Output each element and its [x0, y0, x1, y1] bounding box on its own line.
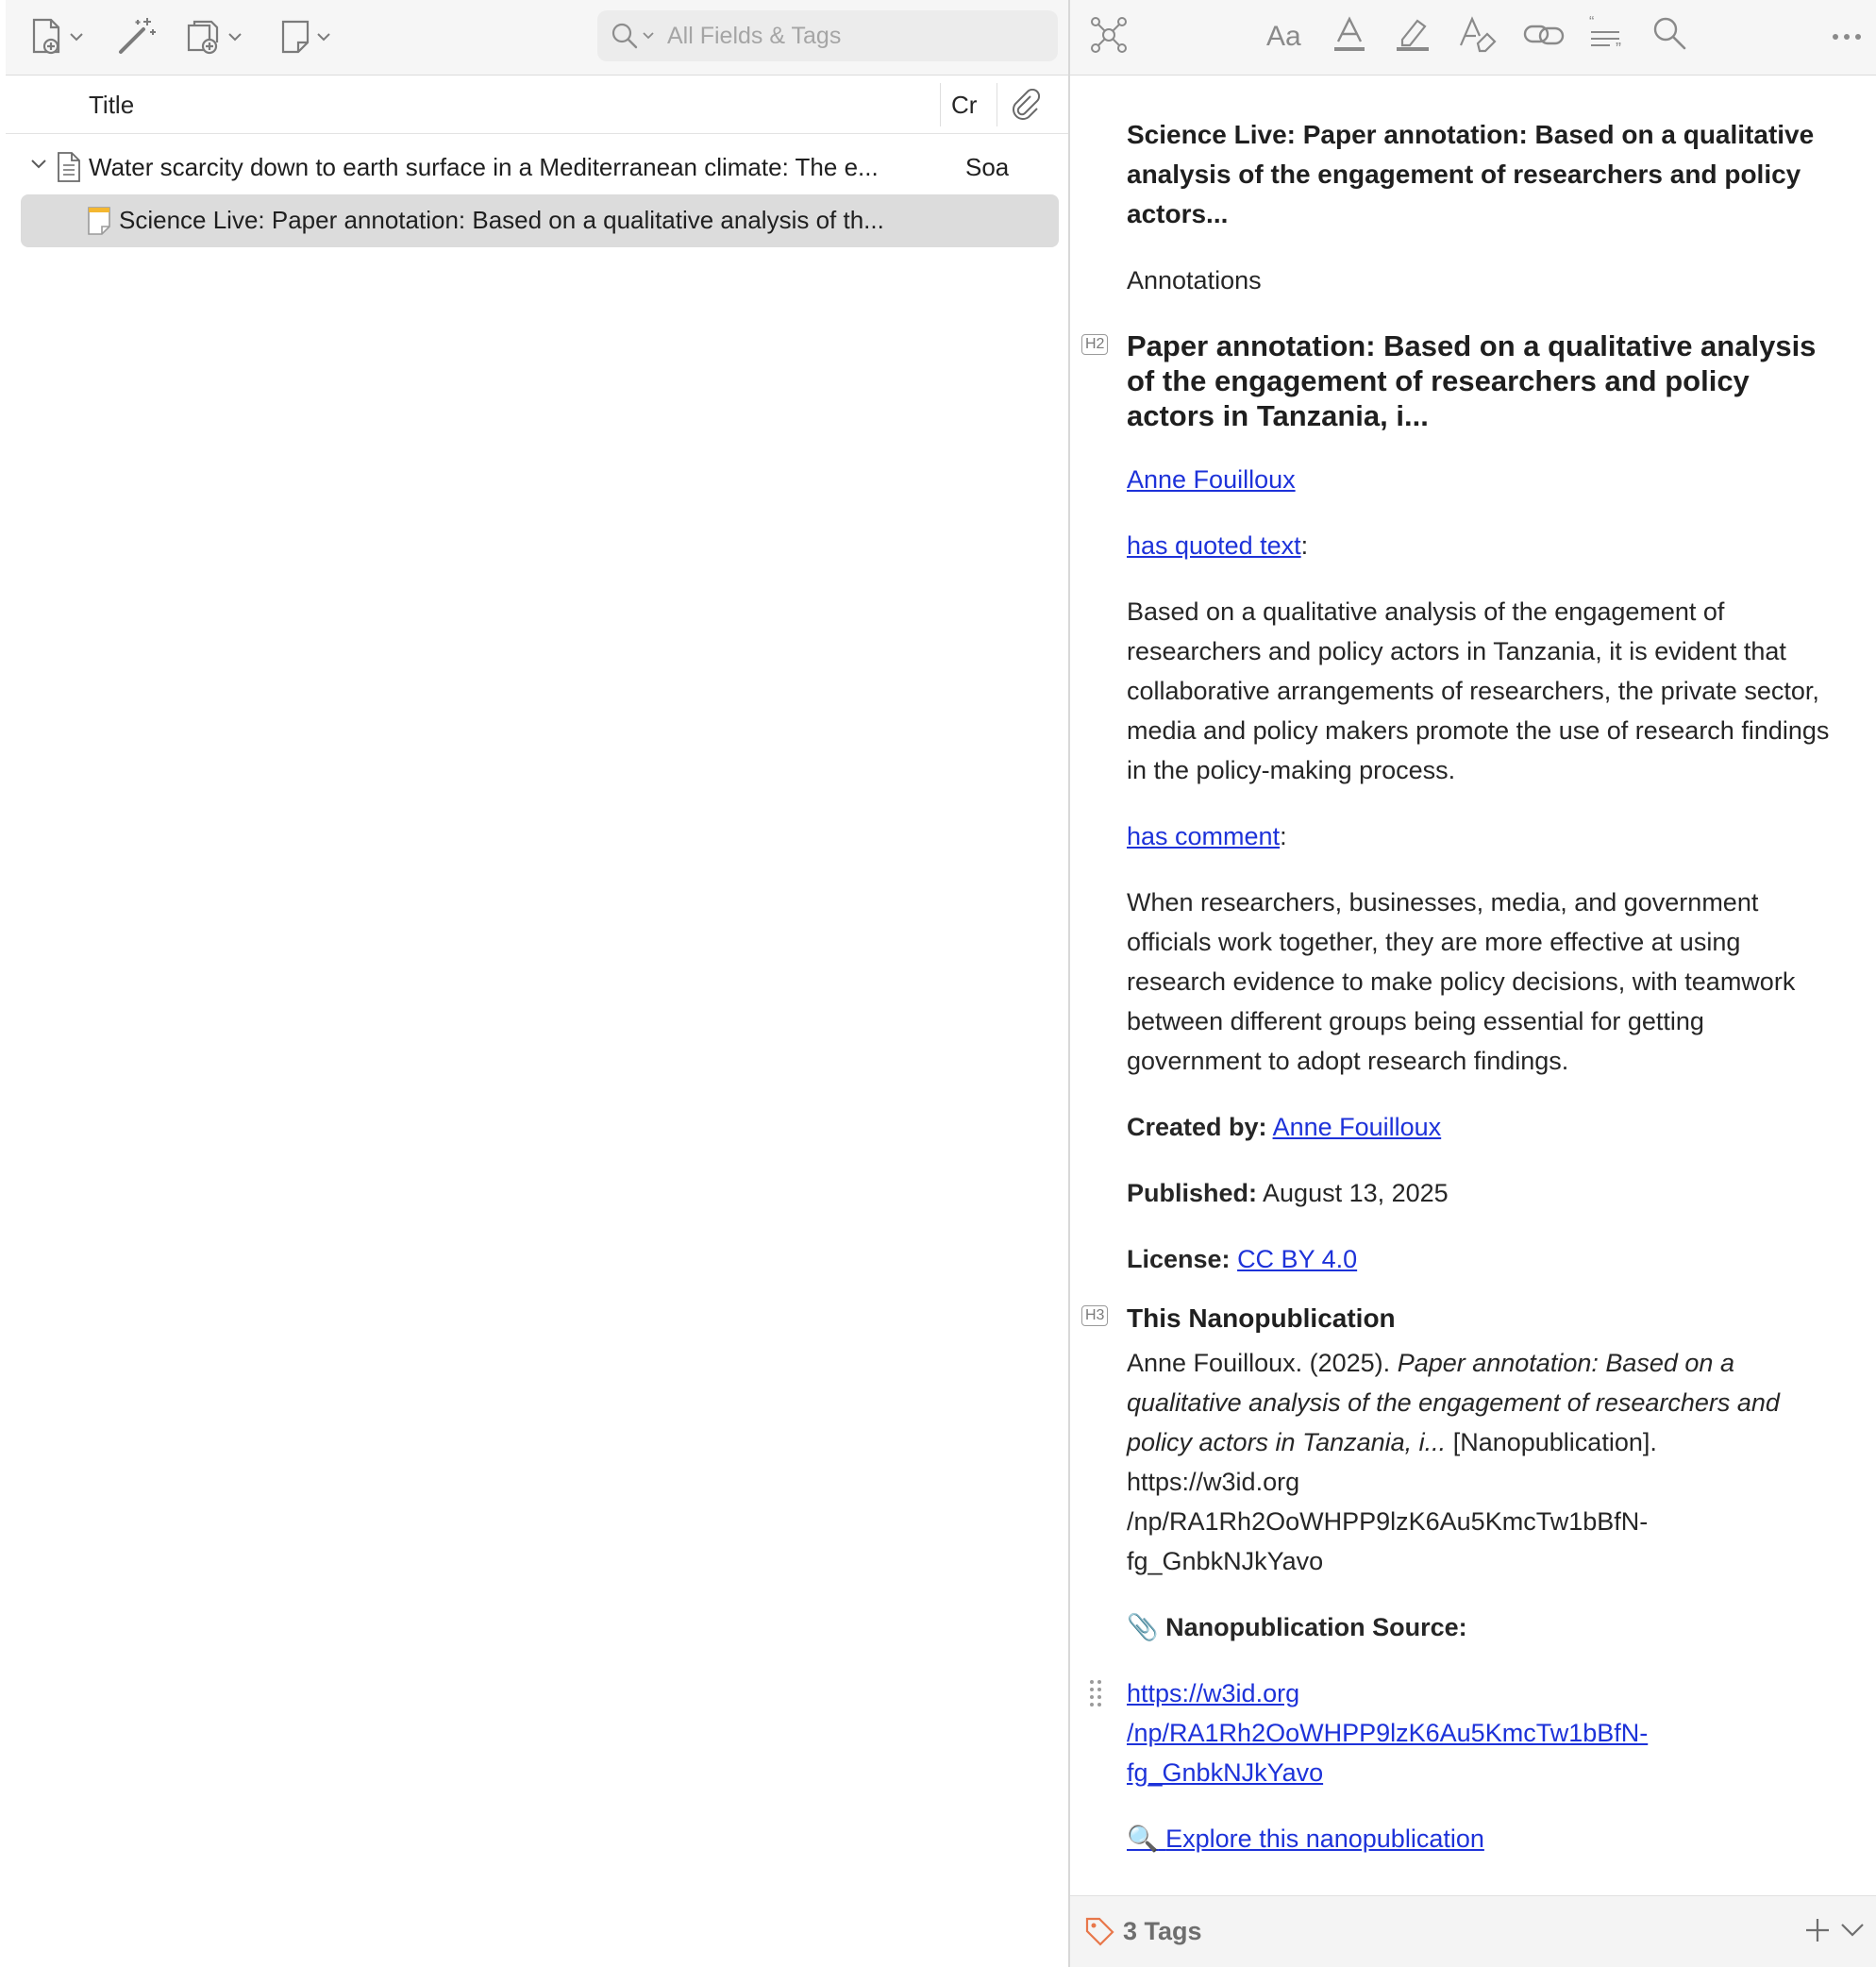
new-item-icon — [32, 18, 60, 55]
new-item-button[interactable] — [30, 13, 83, 60]
drag-handle-icon[interactable] — [1089, 1679, 1102, 1707]
chevron-down-icon[interactable] — [1840, 1923, 1865, 1938]
annotations-label: Annotations — [1127, 266, 1262, 294]
tag-icon — [1085, 1917, 1114, 1946]
svg-text:Aa: Aa — [1266, 21, 1301, 52]
published-line: Published: August 13, 2025 — [1127, 1173, 1844, 1213]
search-input[interactable]: All Fields & Tags — [597, 10, 1058, 61]
has-quoted-text-link[interactable]: has quoted text — [1127, 531, 1301, 560]
citation-author: Anne Fouilloux. (2025). — [1127, 1349, 1391, 1377]
paperclip-icon: 📎 — [1127, 1613, 1159, 1641]
add-attachment-icon — [187, 20, 219, 55]
highlight-icon[interactable] — [1393, 15, 1432, 55]
quoted-label-paragraph: has quoted text: — [1127, 526, 1844, 565]
source-url-line-3: fg_GnbkNJkYavo — [1127, 1758, 1324, 1787]
search-icon — [611, 23, 638, 49]
created-by-line: Created by: Anne Fouilloux — [1127, 1107, 1844, 1147]
note-row-selected[interactable]: Science Live: Paper annotation: Based on… — [21, 194, 1059, 247]
item-row[interactable]: Water scarcity down to earth surface in … — [21, 142, 1059, 194]
items-list-header: Title Cr — [6, 76, 1068, 134]
nanopublication-heading: H3 This Nanopublication — [1081, 1302, 1844, 1336]
attachment-column-icon[interactable] — [1010, 89, 1042, 121]
source-url-line-1: https://w3id.org — [1127, 1679, 1300, 1707]
item-title: Water scarcity down to earth surface in … — [89, 153, 879, 181]
explore-paragraph: 🔍 Explore this nanopublication — [1127, 1819, 1844, 1858]
author-paragraph: Anne Fouilloux — [1127, 460, 1844, 499]
source-heading: 📎 Nanopublication Source: — [1127, 1607, 1844, 1647]
expand-chevron-icon[interactable] — [30, 159, 47, 170]
explore-link[interactable]: 🔍 Explore this nanopublication — [1127, 1824, 1484, 1853]
tags-bar[interactable]: 3 Tags — [1070, 1895, 1876, 1967]
license-link[interactable]: CC BY 4.0 — [1237, 1245, 1357, 1273]
source-link[interactable]: https://w3id.org/np/RA1Rh2OoWHPP9lzK6Au5… — [1127, 1679, 1648, 1787]
clear-formatting-icon[interactable] — [1457, 15, 1499, 55]
citation-url-line-3: fg_GnbkNJkYavo — [1127, 1547, 1324, 1575]
items-toolbar: All Fields & Tags — [6, 0, 1068, 76]
magic-wand-icon — [119, 18, 156, 54]
note-title: Science Live: Paper annotation: Based on… — [119, 206, 884, 234]
find-replace-icon[interactable] — [1651, 15, 1689, 55]
license-label: License: — [1127, 1245, 1231, 1273]
citation-type: [Nanopublication]. — [1452, 1428, 1657, 1456]
related-graph-icon[interactable] — [1089, 15, 1129, 55]
new-collection-item-button[interactable] — [185, 13, 242, 60]
published-label: Published: — [1127, 1179, 1258, 1207]
h2-badge: H2 — [1081, 334, 1109, 355]
svg-text:”: ” — [1616, 40, 1621, 57]
source-label: Nanopublication Source: — [1165, 1613, 1467, 1641]
column-header-title[interactable]: Title — [89, 91, 134, 120]
text-format-icon[interactable]: Aa — [1265, 15, 1308, 55]
chevron-down-icon — [228, 33, 242, 42]
note-body[interactable]: Science Live: Paper annotation: Based on… — [1081, 115, 1844, 1858]
citation: Anne Fouilloux. (2025). Paper annotation… — [1127, 1343, 1844, 1581]
author-link[interactable]: Anne Fouilloux — [1127, 465, 1296, 494]
comment-label-paragraph: has comment: — [1127, 816, 1844, 856]
add-by-identifier-button[interactable] — [115, 13, 157, 60]
source-url-line-2: /np/RA1Rh2OoWHPP9lzK6Au5KmcTw1bBfN- — [1127, 1719, 1649, 1747]
license-line: License: CC BY 4.0 — [1127, 1239, 1844, 1279]
note-icon — [88, 207, 110, 235]
note-heading: Science Live: Paper annotation: Based on… — [1127, 120, 1815, 228]
chevron-down-icon — [70, 33, 83, 42]
source-paragraph: https://w3id.org/np/RA1Rh2OoWHPP9lzK6Au5… — [1090, 1673, 1844, 1792]
chevron-down-icon — [317, 33, 330, 42]
search-placeholder: All Fields & Tags — [667, 22, 842, 49]
svg-text:“: “ — [1589, 15, 1594, 30]
explore-label: Explore this nanopublication — [1165, 1824, 1484, 1853]
created-by-label: Created by: — [1127, 1113, 1267, 1141]
more-options-icon[interactable] — [1831, 32, 1863, 42]
document-icon — [58, 152, 80, 182]
column-header-creator[interactable]: Cr — [951, 91, 977, 120]
item-creator: Soa — [965, 153, 1010, 181]
has-comment-link[interactable]: has comment — [1127, 822, 1280, 850]
annotation-heading: H2 Paper annotation: Based on a qualitat… — [1081, 328, 1844, 433]
h3-badge: H3 — [1081, 1305, 1109, 1326]
annotation-heading-text: Paper annotation: Based on a qualitative… — [1127, 329, 1817, 432]
new-note-button[interactable] — [279, 13, 330, 60]
magnifier-icon: 🔍 — [1127, 1824, 1159, 1853]
tags-count-label: 3 Tags — [1123, 1917, 1202, 1945]
search-mode-chevron-icon[interactable] — [643, 32, 654, 40]
published-value: August 13, 2025 — [1263, 1179, 1449, 1207]
items-pane: All Fields & Tags Title Cr Water scarcit… — [6, 0, 1068, 1967]
note-editor-pane: Aa “” Science Live: Paper annotation: Ba… — [1070, 0, 1876, 1967]
colon: : — [1300, 531, 1309, 560]
column-separator[interactable] — [940, 83, 941, 126]
colon: : — [1280, 822, 1287, 850]
quoted-text: Based on a qualitative analysis of the e… — [1127, 597, 1830, 784]
nanopublication-heading-text: This Nanopublication — [1127, 1303, 1396, 1333]
created-by-link[interactable]: Anne Fouilloux — [1273, 1113, 1442, 1141]
add-tag-icon[interactable] — [1804, 1917, 1831, 1943]
text-color-icon[interactable] — [1331, 15, 1368, 55]
insert-link-icon[interactable] — [1523, 15, 1566, 55]
citation-url-line-2: /np/RA1Rh2OoWHPP9lzK6Au5KmcTw1bBfN- — [1127, 1507, 1649, 1536]
citation-url-line-1: https://w3id.org — [1127, 1468, 1300, 1496]
insert-citation-icon[interactable]: “” — [1587, 15, 1629, 57]
comment-text: When researchers, businesses, media, and… — [1127, 888, 1796, 1075]
note-icon — [281, 20, 310, 54]
note-toolbar: Aa “” — [1070, 0, 1876, 76]
